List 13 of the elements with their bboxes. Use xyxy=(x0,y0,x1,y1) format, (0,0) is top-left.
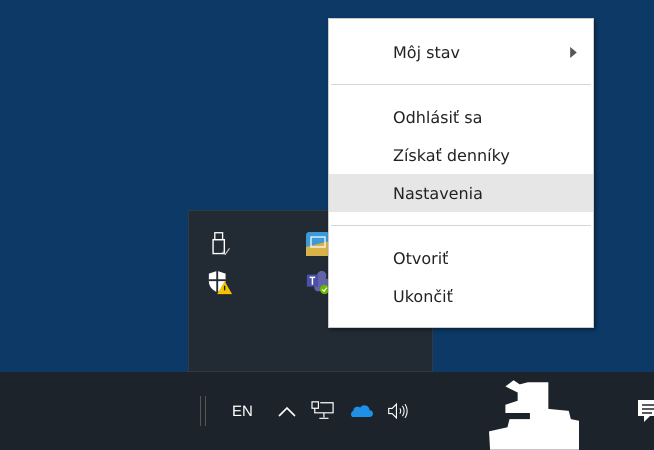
language-indicator[interactable]: EN xyxy=(220,400,263,422)
submenu-arrow-icon xyxy=(570,46,577,58)
teams-icon[interactable] xyxy=(305,269,331,295)
menu-item[interactable]: Odhlásiť sa xyxy=(329,98,593,136)
shield-warning-icon[interactable] xyxy=(207,269,233,295)
network-icon[interactable] xyxy=(310,400,335,422)
menu-item[interactable]: Otvoriť xyxy=(329,239,593,277)
menu-item[interactable]: Ukončiť xyxy=(329,277,593,315)
menu-item[interactable]: Získať denníky xyxy=(329,136,593,174)
chevron-up-icon[interactable] xyxy=(276,404,297,418)
menu-item[interactable]: Nastavenia xyxy=(329,174,593,212)
menu-item[interactable]: Môj stav xyxy=(329,33,593,71)
app-icon[interactable] xyxy=(305,231,331,257)
